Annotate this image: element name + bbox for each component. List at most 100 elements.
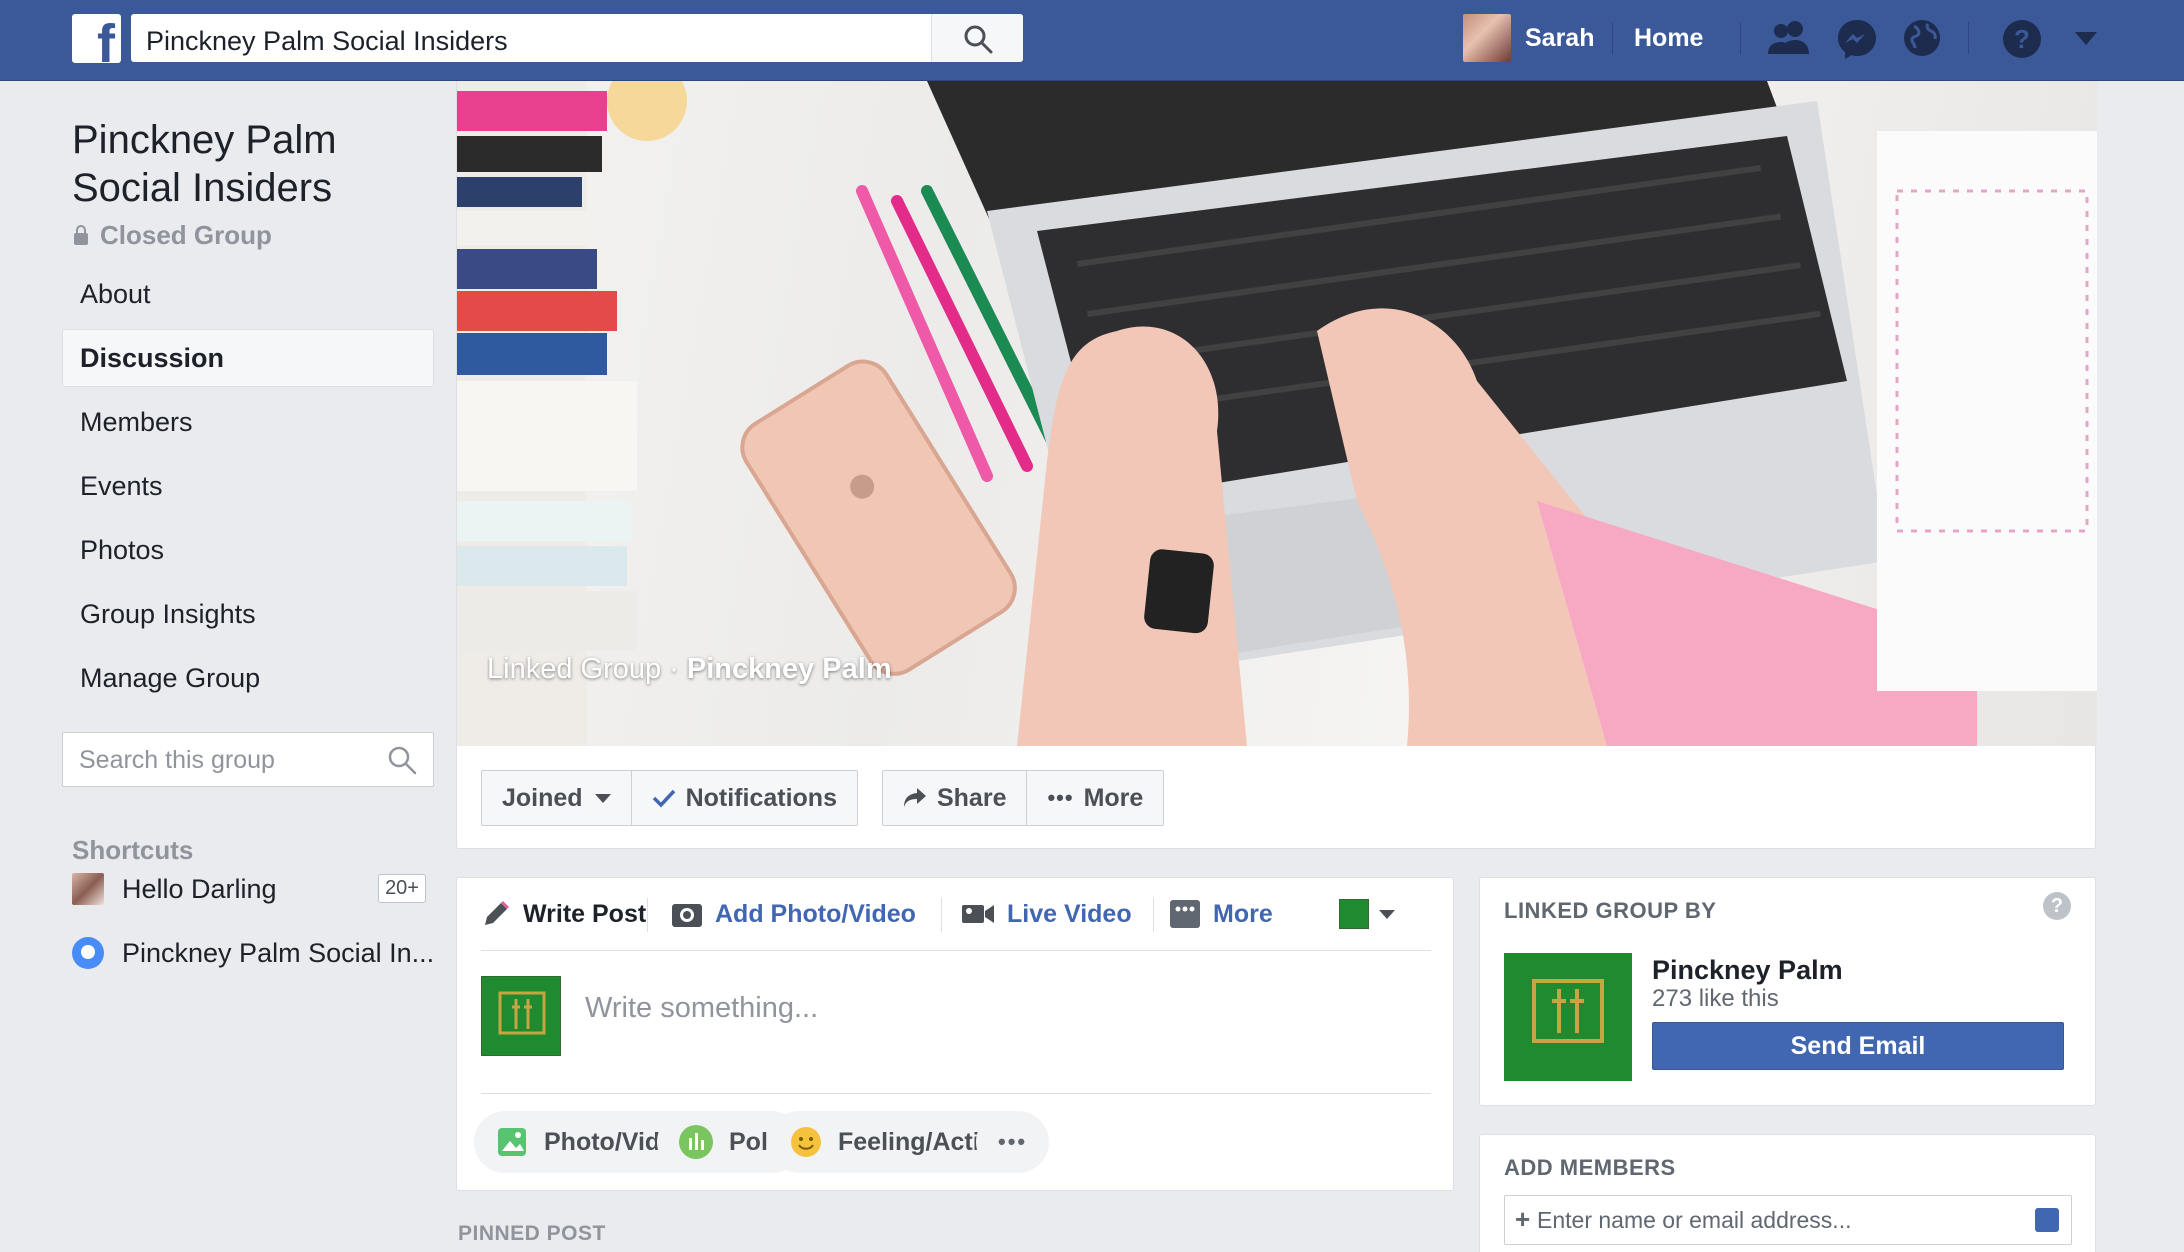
more-dots-icon: ••• [1047, 785, 1074, 810]
group-action-buttons: Joined Notifications Share ••• More [481, 770, 1188, 826]
cover-caption-page-link[interactable]: Pinckney Palm [687, 653, 892, 685]
linked-group-heading: LINKED GROUP BY [1504, 898, 1717, 923]
tab-add-photo-label: Add Photo/Video [715, 899, 916, 928]
tab-more-label: More [1213, 899, 1273, 928]
add-members-input[interactable] [1537, 1207, 2017, 1234]
search-icon [964, 25, 993, 54]
shortcut-pinckney-palm-group[interactable]: Pinckney Palm Social In... [72, 933, 432, 973]
add-members-field: + [1504, 1195, 2072, 1245]
composer-input[interactable] [585, 992, 1385, 1025]
linked-page-logo[interactable] [1504, 953, 1632, 1081]
chevron-down-icon [594, 793, 611, 803]
cover-photo[interactable]: Linked Group · Pinckney Palm [457, 81, 2097, 746]
pinned-post-heading: PINNED POST [458, 1222, 606, 1245]
post-composer: Write Post Add Photo/Video Live Video Mo… [456, 877, 1454, 1191]
page-avatar-icon [1339, 899, 1369, 929]
group-nav-discussion[interactable]: Discussion [62, 329, 434, 387]
add-members-card: ADD MEMBERS + [1479, 1134, 2096, 1252]
svg-text:?: ? [2014, 24, 2030, 54]
more-actions-button[interactable]: ••• [976, 1111, 1050, 1173]
share-button[interactable]: Share [883, 771, 1026, 825]
pinckney-palm-logo-icon [1532, 979, 1604, 1043]
composer-divider [481, 1093, 1431, 1094]
messenger-icon[interactable] [1836, 18, 1878, 60]
nav-divider [1740, 22, 1741, 54]
tab-divider [1153, 898, 1154, 932]
notifications-label: Notifications [685, 783, 837, 812]
post-as-selector[interactable] [1339, 894, 1395, 934]
pencil-icon [485, 901, 509, 925]
group-header-card: Linked Group · Pinckney Palm Joined Noti… [456, 81, 2097, 849]
linked-page-name[interactable]: Pinckney Palm [1652, 955, 1843, 986]
global-search-input[interactable]: Pinckney Palm Social Insiders [146, 26, 508, 57]
tab-write-post-label: Write Post [523, 899, 647, 928]
group-privacy-label: Closed Group [100, 220, 272, 250]
group-nav-members[interactable]: Members [62, 393, 434, 451]
cover-caption: Linked Group · Pinckney Palm [487, 653, 892, 686]
add-members-heading: ADD MEMBERS [1504, 1155, 1676, 1180]
help-icon[interactable]: ? [2001, 18, 2043, 60]
group-search-input[interactable] [79, 746, 379, 775]
shortcut-hello-darling[interactable]: Hello Darling 20+ [72, 869, 432, 909]
smiley-icon [791, 1127, 821, 1157]
tab-add-photo-video[interactable]: Add Photo/Video [671, 894, 916, 934]
home-link[interactable]: Home [1634, 24, 1703, 53]
poll-chart-icon [679, 1125, 713, 1159]
joined-button[interactable]: Joined [482, 771, 631, 825]
share-more-button-group: Share ••• More [881, 770, 1165, 826]
profile-link[interactable]: Sarah [1463, 14, 1594, 62]
group-nav-insights[interactable]: Group Insights [62, 585, 434, 643]
page-avatar [481, 976, 561, 1056]
contact-card-icon[interactable] [2035, 1208, 2059, 1232]
more-button[interactable]: ••• More [1026, 771, 1163, 825]
top-navigation-bar: f Pinckney Palm Social Insiders Sarah Ho… [0, 0, 2184, 81]
group-nav: About Discussion Members Events Photos G… [62, 265, 434, 713]
nav-divider [1612, 22, 1613, 54]
account-menu-chevron-down-icon[interactable] [2075, 32, 2097, 46]
more-options-icon [1170, 900, 1200, 928]
share-label: Share [936, 783, 1007, 812]
camera-icon [672, 904, 702, 927]
group-search-box [62, 732, 434, 787]
send-email-button[interactable]: Send Email [1652, 1022, 2064, 1070]
group-nav-photos[interactable]: Photos [62, 521, 434, 579]
global-search-button[interactable] [931, 14, 1023, 62]
left-sidebar: Pinckney Palm Social Insiders Closed Gro… [0, 81, 456, 1252]
joined-label: Joined [502, 783, 583, 812]
shortcut-count-badge: 20+ [378, 874, 426, 903]
tab-live-video[interactable]: Live Video [961, 894, 1132, 934]
search-icon[interactable] [387, 745, 417, 775]
user-avatar [1463, 14, 1511, 62]
notifications-globe-icon[interactable] [1902, 18, 1942, 58]
share-arrow-icon [903, 788, 926, 807]
linked-group-card: LINKED GROUP BY ? Pinckney Palm 273 like… [1479, 877, 2096, 1106]
cover-photo-illustration [457, 81, 2097, 746]
help-question-icon[interactable]: ? [2043, 892, 2071, 920]
tab-write-post[interactable]: Write Post [481, 894, 646, 934]
shortcuts-heading: Shortcuts [72, 835, 194, 865]
tab-divider [647, 898, 648, 932]
friend-requests-icon[interactable] [1765, 18, 1813, 58]
group-title[interactable]: Pinckney Palm Social Insiders [72, 116, 432, 212]
lock-icon [74, 224, 88, 245]
video-camera-icon [962, 905, 994, 923]
shortcut-label: Pinckney Palm Social In... [122, 937, 432, 968]
checkmark-icon [652, 789, 675, 808]
tab-more[interactable]: More [1169, 894, 1273, 934]
global-search-box[interactable]: Pinckney Palm Social Insiders [131, 14, 1023, 62]
pinckney-palm-logo-icon [498, 991, 546, 1035]
group-privacy: Closed Group [74, 220, 272, 251]
notifications-button[interactable]: Notifications [630, 771, 857, 825]
facebook-logo-icon[interactable]: f [72, 14, 121, 63]
tab-divider [941, 898, 942, 932]
shortcut-thumbnail [72, 873, 104, 905]
group-nav-events[interactable]: Events [62, 457, 434, 515]
group-nav-about[interactable]: About [62, 265, 434, 323]
cover-caption-prefix: Linked Group · [487, 653, 687, 685]
composer-tabs: Write Post Add Photo/Video Live Video Mo… [481, 878, 1431, 951]
group-icon [72, 937, 104, 969]
chevron-down-icon [1379, 909, 1395, 919]
group-nav-manage[interactable]: Manage Group [62, 649, 434, 707]
nav-divider [1968, 22, 1969, 54]
tab-live-video-label: Live Video [1007, 899, 1132, 928]
